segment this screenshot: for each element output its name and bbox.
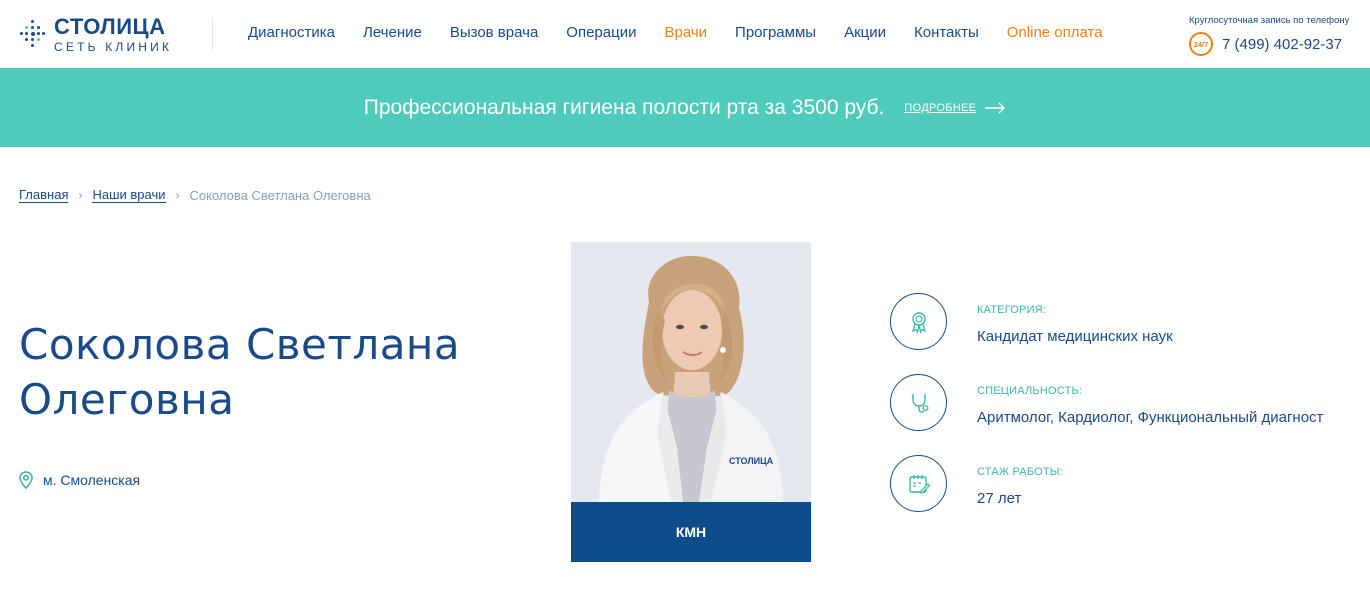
breadcrumb-current: Соколова Светлана Олеговна <box>189 187 371 203</box>
category-label: КАТЕГОРИЯ: <box>977 304 1047 316</box>
stethoscope-icon <box>890 374 947 431</box>
phone-block: Круглосуточная запись по телефону 24/7 7… <box>1189 15 1367 56</box>
site-header: СТОЛИЦА СЕТЬ КЛИНИК Диагностика Лечение … <box>0 0 1370 68</box>
award-ribbon-icon <box>890 293 947 350</box>
nav-item-doctors[interactable]: Врачи <box>664 24 707 41</box>
clock-24-7-icon: 24/7 <box>1189 32 1213 56</box>
doctor-name-line-2: Олеговна <box>19 375 235 424</box>
logo-title: СТОЛИЦА <box>54 13 166 39</box>
map-pin-icon <box>19 471 33 489</box>
breadcrumb: Главная › Наши врачи › Соколова Светлана… <box>19 187 371 203</box>
phone-number-link[interactable]: 7 (499) 402-92-37 <box>1222 36 1342 53</box>
arrow-right-icon[interactable] <box>984 102 1006 114</box>
page-title: Соколова Светлана Олеговна <box>19 317 539 427</box>
metro-label: м. Смоленская <box>43 472 141 488</box>
header-divider <box>212 18 213 51</box>
doctor-photo: СТОЛИЦА <box>571 242 811 502</box>
specialty-value: Аритмолог, Кардиолог, Функциональный диа… <box>977 409 1324 426</box>
nav-item-doctor-call[interactable]: Вызов врача <box>450 24 538 41</box>
promo-more-link[interactable]: ПОДРОБНЕЕ <box>904 102 976 114</box>
experience-label: СТАЖ РАБОТЫ: <box>977 466 1063 478</box>
breadcrumb-home[interactable]: Главная <box>19 187 69 203</box>
info-experience: СТАЖ РАБОТЫ: 27 лет <box>890 455 1063 512</box>
photo-caption: КМН <box>571 502 811 562</box>
chevron-right-icon: › <box>175 188 180 202</box>
breadcrumb-doctors[interactable]: Наши врачи <box>92 187 166 203</box>
nav-item-online-payment[interactable]: Online оплата <box>1007 24 1103 41</box>
doctor-portrait-image: СТОЛИЦА <box>571 242 811 502</box>
category-value: Кандидат медицинских наук <box>977 328 1173 345</box>
nav-item-contacts[interactable]: Контакты <box>914 24 979 41</box>
doctor-name-line-1: Соколова Светлана <box>19 320 461 369</box>
nav-item-diagnostics[interactable]: Диагностика <box>248 24 335 41</box>
logo-cross-icon <box>18 18 48 50</box>
chevron-right-icon: › <box>78 188 83 202</box>
nav-item-programs[interactable]: Программы <box>735 24 816 41</box>
info-category: КАТЕГОРИЯ: Кандидат медицинских наук <box>890 293 1173 350</box>
metro-station: м. Смоленская <box>19 471 140 489</box>
promo-banner: Профессиональная гигиена полости рта за … <box>0 68 1370 147</box>
info-specialty: СПЕЦИАЛЬНОСТЬ: Аритмолог, Кардиолог, Фун… <box>890 374 1323 431</box>
main-nav: Диагностика Лечение Вызов врача Операции… <box>248 24 1103 41</box>
nav-item-promotions[interactable]: Акции <box>844 24 886 41</box>
promo-text: Профессиональная гигиена полости рта за … <box>363 95 885 119</box>
calendar-edit-icon <box>890 455 947 512</box>
coat-logo: СТОЛИЦА <box>729 456 774 466</box>
phone-caption: Круглосуточная запись по телефону <box>1189 15 1350 26</box>
nav-item-treatment[interactable]: Лечение <box>363 24 422 41</box>
nav-item-operations[interactable]: Операции <box>566 24 636 41</box>
specialty-label: СПЕЦИАЛЬНОСТЬ: <box>977 385 1083 397</box>
experience-value: 27 лет <box>977 490 1022 507</box>
logo-subtitle: СЕТЬ КЛИНИК <box>54 39 173 54</box>
logo[interactable]: СТОЛИЦА СЕТЬ КЛИНИК <box>18 13 173 54</box>
